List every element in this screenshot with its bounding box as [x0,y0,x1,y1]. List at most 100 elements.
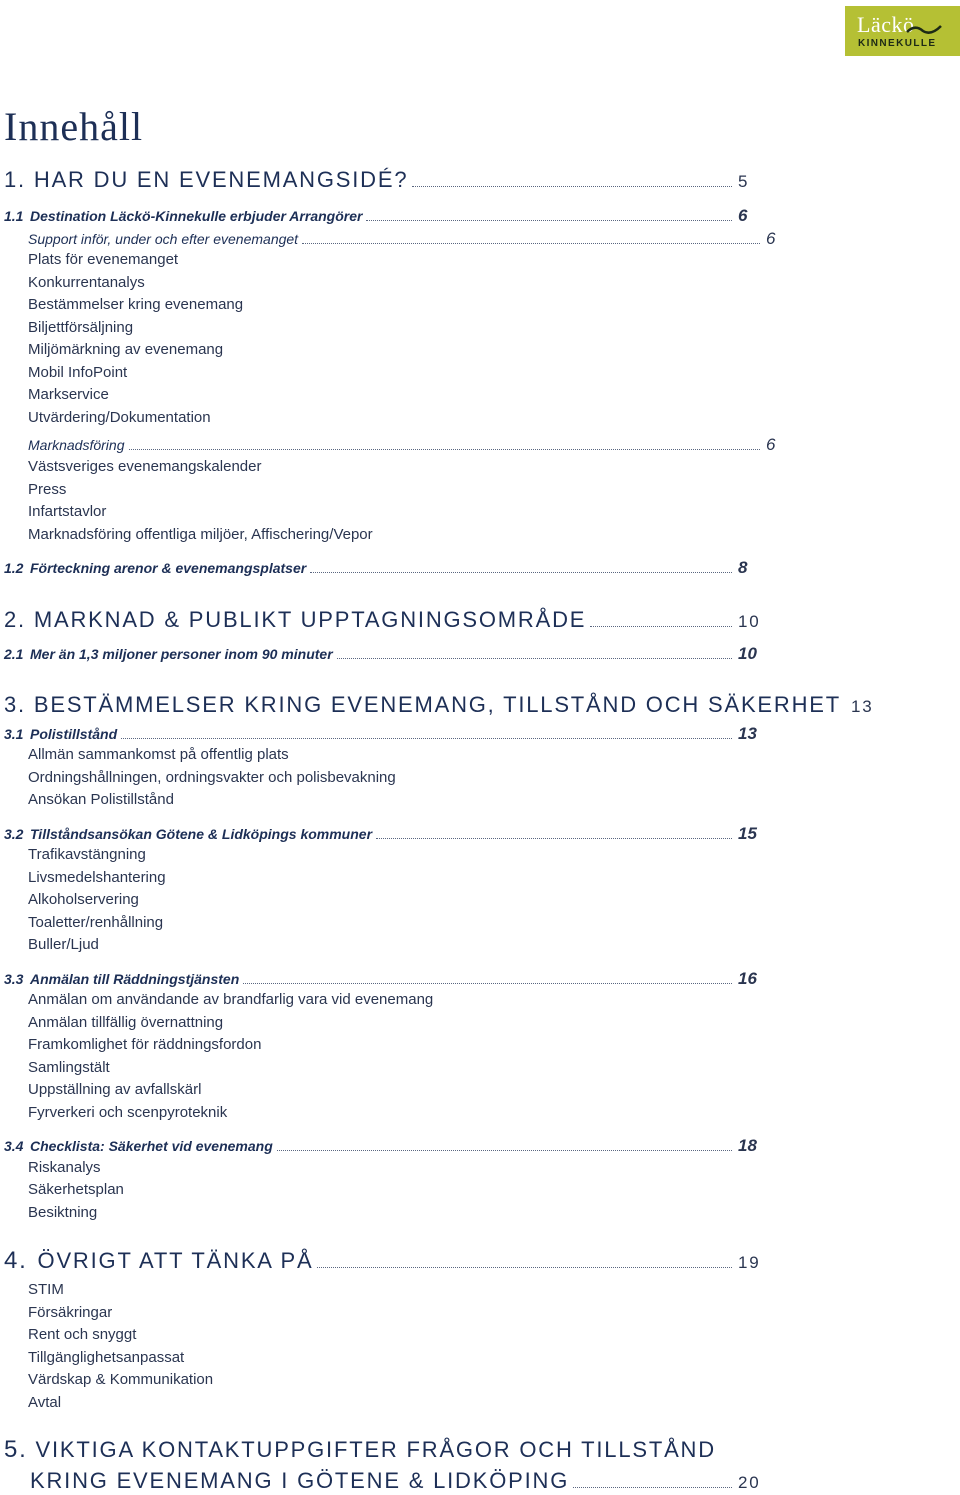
toc-label: Förteckning arenor & evenemangsplatser [30,560,307,576]
toc-page: 10 [738,644,757,663]
toc-page: 5 [738,172,750,191]
toc-page: 13 [851,697,874,716]
toc-entry-5-line1[interactable]: 5. Viktiga kontaktuppgifter frågor och t… [4,1436,716,1464]
toc-subitem[interactable]: Uppställning av avfallskärl [28,1081,201,1098]
toc-entry-1-1[interactable]: 1.1 Destination Läckö-Kinnekulle erbjuder… [0,206,760,226]
toc-label: Support inför, under och efter evenemang… [28,231,299,247]
toc-subitem[interactable]: Trafikavstängning [28,846,146,863]
toc-subitem[interactable]: Biljettförsäljning [28,319,133,336]
dot-leader [128,449,760,450]
toc-page: 19 [738,1253,761,1272]
toc-label: Viktiga kontaktuppgifter frågor och till… [35,1437,716,1462]
toc-entry-2[interactable]: 2. Marknad & publikt upptagningsområde 1… [0,607,760,633]
toc-subitem[interactable]: STIM [28,1281,64,1298]
dot-leader [276,1150,732,1151]
toc-page: 18 [738,1136,757,1155]
toc-label: Marknadsföring [28,437,125,453]
toc-subitem[interactable]: Fyrverkeri och scenpyroteknik [28,1104,227,1121]
dot-leader [302,243,760,244]
toc-num: 1.2 [4,560,24,576]
toc-entry-2-1[interactable]: 2.1 Mer än 1,3 miljoner personer inom 90 … [0,644,760,664]
toc-num: 5. [4,1436,28,1463]
toc-subitem[interactable]: Livsmedelshantering [28,869,166,886]
toc-subitem[interactable]: Utvärdering/Dokumentation [28,409,211,426]
toc-subitem[interactable]: Miljömärkning av evenemang [28,341,223,358]
toc-subitem[interactable]: Plats för evenemanget [28,251,178,268]
toc-page: 6 [766,435,776,454]
toc-subitem[interactable]: Besiktning [28,1204,97,1221]
toc-subitem[interactable]: Marknadsföring offentliga miljöer, Affis… [28,526,373,543]
toc-subitem[interactable]: Markservice [28,386,109,403]
toc-page: 20 [738,1473,761,1492]
toc-subitem[interactable]: Anmälan om användande av brandfarlig var… [28,991,433,1008]
toc-subitem[interactable]: Buller/Ljud [28,936,99,953]
toc-subitem[interactable]: Rent och snyggt [28,1326,136,1343]
toc-entry-3-1[interactable]: 3.1 Polistillstånd 13 [0,724,760,744]
dot-leader [243,983,732,984]
toc-page: 8 [738,558,748,577]
toc-page: 15 [738,824,757,843]
page-title: Innehåll [4,104,144,149]
toc-subitem[interactable]: Infartstavlor [28,503,106,520]
toc-entry-3-2[interactable]: 3.2 Tillståndsansökan Götene & Lidköpings… [0,824,760,844]
toc-label: Har du en evenemangsidé? [33,167,409,192]
toc-label: kring evenemang i Götene & Lidköping [30,1468,570,1493]
toc-entry-marknadsforing[interactable]: Marknadsföring 6 [0,435,788,455]
toc-num: 3.1 [4,726,24,742]
toc-subitem[interactable]: Tillgänglighetsanpassat [28,1349,184,1366]
toc-entry-3-3[interactable]: 3.3 Anmälan till Räddningstjänsten 16 [0,969,760,989]
toc-subitem[interactable]: Försäkringar [28,1304,112,1321]
toc-subitem[interactable]: Avtal [28,1394,61,1411]
toc-label: Mer än 1,3 miljoner personer inom 90 min… [30,646,333,662]
toc-page: 6 [738,206,748,225]
toc-num: 3.4 [4,1138,24,1154]
toc-subitem[interactable]: Värdskap & Kommunikation [28,1371,213,1388]
toc-subitem[interactable]: Toaletter/renhållning [28,914,163,931]
toc-entry-1-2[interactable]: 1.2 Förteckning arenor & evenemangsplatse… [0,558,760,578]
toc-subitem[interactable]: Ansökan Polistillstånd [28,791,174,808]
toc-entry-5-line2[interactable]: kring evenemang i Götene & Lidköping 20 [0,1468,760,1494]
dot-leader [573,1487,732,1488]
toc-label: Checklista: Säkerhet vid evenemang [30,1138,273,1154]
toc-num: 2. [4,607,26,632]
logo-subtitle: KINNEKULLE [858,38,937,49]
toc-label: Bestämmelser kring evenemang, tillstånd … [33,692,841,717]
toc-entry-4[interactable]: 4. Övrigt att tänka på 19 [0,1247,760,1275]
toc-label: Tillståndsansökan Götene & Lidköpings ko… [30,826,373,842]
toc-page: 6 [766,229,776,248]
toc-entry-3-4[interactable]: 3.4 Checklista: Säkerhet vid evenemang 18 [0,1136,760,1156]
toc-subitem[interactable]: Ordningshållningen, ordningsvakter och p… [28,769,396,786]
toc-page: 16 [738,969,757,988]
toc-subitem[interactable]: Mobil InfoPoint [28,364,127,381]
toc-label: Destination Läckö-Kinnekulle erbjuder Ar… [30,208,363,224]
toc-subitem[interactable]: Bestämmelser kring evenemang [28,296,243,313]
dot-leader [336,658,732,659]
dot-leader [376,838,732,839]
toc-subitem[interactable]: Press [28,481,66,498]
toc-subitem[interactable]: Samlingstält [28,1059,110,1076]
dot-leader [590,626,732,627]
toc-page: 10 [738,612,761,631]
toc-num: 3. [4,692,26,717]
toc-subitem[interactable]: Framkomlighet för räddningsfordon [28,1036,261,1053]
toc-subitem[interactable]: Västsveriges evenemangskalender [28,458,261,475]
toc-label: Övrigt att tänka på [37,1248,314,1273]
toc-subitem[interactable]: Konkurrentanalys [28,274,145,291]
dot-leader [121,738,732,739]
toc-num: 3.2 [4,826,24,842]
toc-num: 1.1 [4,208,24,224]
toc-entry-1[interactable]: 1. Har du en evenemangsidé? 5 [0,167,760,193]
toc-subitem[interactable]: Anmälan tillfällig övernattning [28,1014,223,1031]
toc-subitem[interactable]: Alkoholservering [28,891,139,908]
toc-subitem[interactable]: Säkerhetsplan [28,1181,124,1198]
dot-leader [366,220,732,221]
toc-num: 3.3 [4,971,24,987]
toc-entry-support[interactable]: Support inför, under och efter evenemang… [0,229,788,249]
toc-subitem[interactable]: Allmän sammankomst på offentlig plats [28,746,289,763]
toc-entry-3[interactable]: 3. Bestämmelser kring evenemang, tillstå… [0,692,872,718]
toc-subitem[interactable]: Riskanalys [28,1159,101,1176]
toc-num: 4. [4,1247,28,1274]
toc-label: Polistillstånd [30,726,118,742]
toc-num: 2.1 [4,646,24,662]
toc-page: 13 [738,724,757,743]
